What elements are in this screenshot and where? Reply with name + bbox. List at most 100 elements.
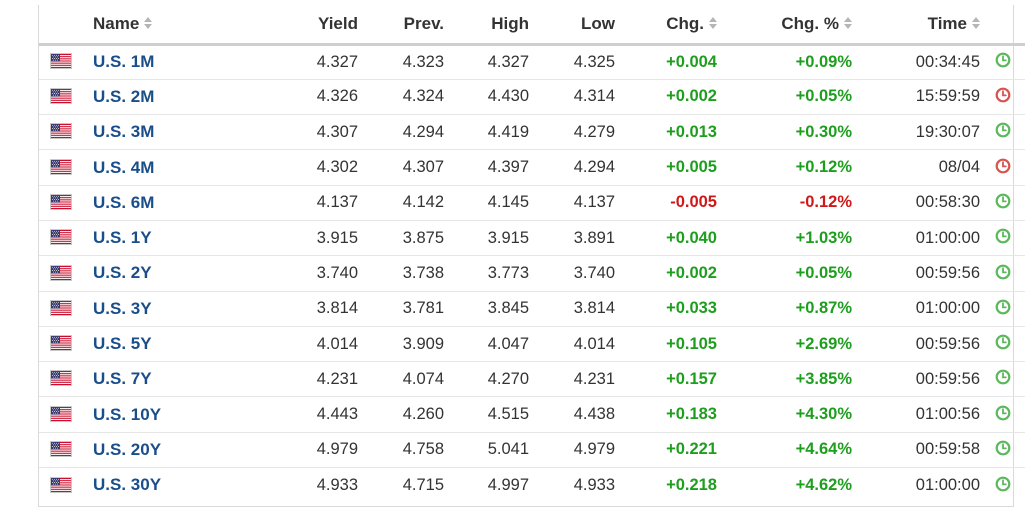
us-flag-icon	[51, 477, 71, 492]
table-row: U.S. 30Y 4.933 4.715 4.997 4.933 +0.218 …	[39, 468, 1025, 503]
sort-icon[interactable]	[972, 17, 980, 30]
header-chg-pct-label: Chg. %	[781, 13, 839, 33]
instrument-name-link[interactable]: U.S. 6M	[93, 193, 154, 212]
flag-cell	[39, 220, 83, 255]
name-cell[interactable]: U.S. 10Y	[83, 397, 261, 432]
high-cell: 5.041	[487, 440, 529, 459]
chg-pct-cell: +2.69%	[795, 334, 852, 353]
flag-cell	[39, 432, 83, 467]
clock-green-icon	[995, 122, 1010, 138]
low-cell: 4.438	[573, 405, 615, 424]
chg-cell: +0.013	[666, 122, 717, 141]
us-flag-icon	[51, 300, 71, 315]
us-flag-icon	[51, 442, 71, 457]
table-row: U.S. 10Y 4.443 4.260 4.515 4.438 +0.183 …	[39, 397, 1025, 433]
sort-icon[interactable]	[144, 17, 153, 30]
high-cell: 3.915	[487, 228, 529, 247]
name-cell[interactable]: U.S. 5Y	[83, 326, 261, 361]
flag-cell	[39, 79, 83, 114]
chg-pct-cell: +3.85%	[795, 369, 852, 388]
header-name[interactable]: Name	[83, 5, 261, 46]
clock-green-icon	[995, 334, 1010, 350]
instrument-name-link[interactable]: U.S. 3Y	[93, 299, 152, 318]
yield-cell: 4.014	[316, 334, 358, 353]
header-chg[interactable]: Chg.	[615, 5, 717, 46]
instrument-name-link[interactable]: U.S. 10Y	[93, 405, 161, 424]
clock-green-icon	[995, 193, 1010, 209]
name-cell[interactable]: U.S. 4M	[83, 150, 261, 185]
time-cell: 00:58:30	[915, 193, 980, 212]
name-cell[interactable]: U.S. 1Y	[83, 220, 261, 255]
table-row: U.S. 3Y 3.814 3.781 3.845 3.814 +0.033 +…	[39, 291, 1025, 327]
table-row: U.S. 5Y 4.014 3.909 4.047 4.014 +0.105 +…	[39, 326, 1025, 362]
instrument-name-link[interactable]: U.S. 30Y	[93, 475, 161, 494]
chg-cell: +0.004	[666, 52, 717, 71]
high-cell: 4.430	[487, 87, 529, 106]
chg-pct-cell: +1.03%	[795, 228, 852, 247]
status-cell	[980, 326, 1025, 361]
yield-cell: 4.137	[316, 193, 358, 212]
header-low: Low	[529, 5, 615, 46]
sort-icon[interactable]	[844, 17, 852, 30]
flag-cell	[39, 185, 83, 220]
instrument-name-link[interactable]: U.S. 2Y	[93, 263, 152, 282]
chg-pct-cell: +0.05%	[795, 87, 852, 106]
chg-pct-cell: +4.30%	[795, 405, 852, 424]
chg-pct-cell: +0.87%	[795, 299, 852, 318]
status-cell	[980, 362, 1025, 397]
header-time[interactable]: Time	[852, 5, 980, 46]
chg-pct-cell: +0.05%	[795, 263, 852, 282]
header-high: High	[444, 5, 529, 46]
table-row: U.S. 2M 4.326 4.324 4.430 4.314 +0.002 +…	[39, 79, 1025, 115]
prev-cell: 4.307	[402, 158, 444, 177]
instrument-name-link[interactable]: U.S. 3M	[93, 122, 154, 141]
instrument-name-link[interactable]: U.S. 4M	[93, 158, 154, 177]
low-cell: 4.294	[573, 158, 615, 177]
prev-cell: 3.909	[402, 334, 444, 353]
name-cell[interactable]: U.S. 7Y	[83, 362, 261, 397]
status-cell	[980, 291, 1025, 326]
table-header-row: Name Yield Prev. High Low Chg. Chg. % Ti…	[39, 5, 1025, 46]
prev-cell: 3.875	[402, 228, 444, 247]
high-cell: 4.145	[487, 193, 529, 212]
clock-green-icon	[995, 370, 1010, 385]
sort-icon[interactable]	[709, 17, 717, 30]
low-cell: 4.979	[573, 440, 615, 459]
instrument-name-link[interactable]: U.S. 1Y	[93, 228, 152, 247]
name-cell[interactable]: U.S. 2Y	[83, 256, 261, 291]
prev-cell: 3.738	[402, 263, 444, 282]
flag-cell	[39, 362, 83, 397]
chg-cell: +0.221	[666, 440, 717, 459]
instrument-name-link[interactable]: U.S. 2M	[93, 87, 154, 106]
instrument-name-link[interactable]: U.S. 5Y	[93, 334, 152, 353]
yield-cell: 4.933	[316, 475, 358, 494]
status-cell	[980, 220, 1025, 255]
name-cell[interactable]: U.S. 3M	[83, 115, 261, 150]
name-cell[interactable]: U.S. 20Y	[83, 432, 261, 467]
status-cell	[980, 44, 1025, 79]
table-row: U.S. 1M 4.327 4.323 4.327 4.325 +0.004 +…	[39, 44, 1025, 80]
low-cell: 3.891	[573, 228, 615, 247]
instrument-name-link[interactable]: U.S. 1M	[93, 52, 154, 71]
us-flag-icon	[51, 54, 71, 69]
name-cell[interactable]: U.S. 30Y	[83, 468, 261, 503]
instrument-name-link[interactable]: U.S. 7Y	[93, 369, 152, 388]
chg-cell: +0.005	[666, 158, 717, 177]
yield-cell: 4.302	[316, 158, 358, 177]
header-chg-pct[interactable]: Chg. %	[717, 5, 852, 46]
flag-cell	[39, 291, 83, 326]
name-cell[interactable]: U.S. 6M	[83, 185, 261, 220]
instrument-name-link[interactable]: U.S. 20Y	[93, 440, 161, 459]
name-cell[interactable]: U.S. 3Y	[83, 291, 261, 326]
header-status	[980, 5, 1025, 46]
prev-cell: 4.715	[402, 475, 444, 494]
name-cell[interactable]: U.S. 1M	[83, 44, 261, 79]
header-chg-label: Chg.	[666, 13, 704, 33]
status-cell	[980, 468, 1025, 503]
low-cell: 3.814	[573, 299, 615, 318]
yield-cell: 4.979	[316, 440, 358, 459]
yield-cell: 4.443	[316, 405, 358, 424]
chg-cell: +0.040	[666, 228, 717, 247]
time-cell: 00:59:56	[915, 369, 980, 388]
name-cell[interactable]: U.S. 2M	[83, 79, 261, 114]
